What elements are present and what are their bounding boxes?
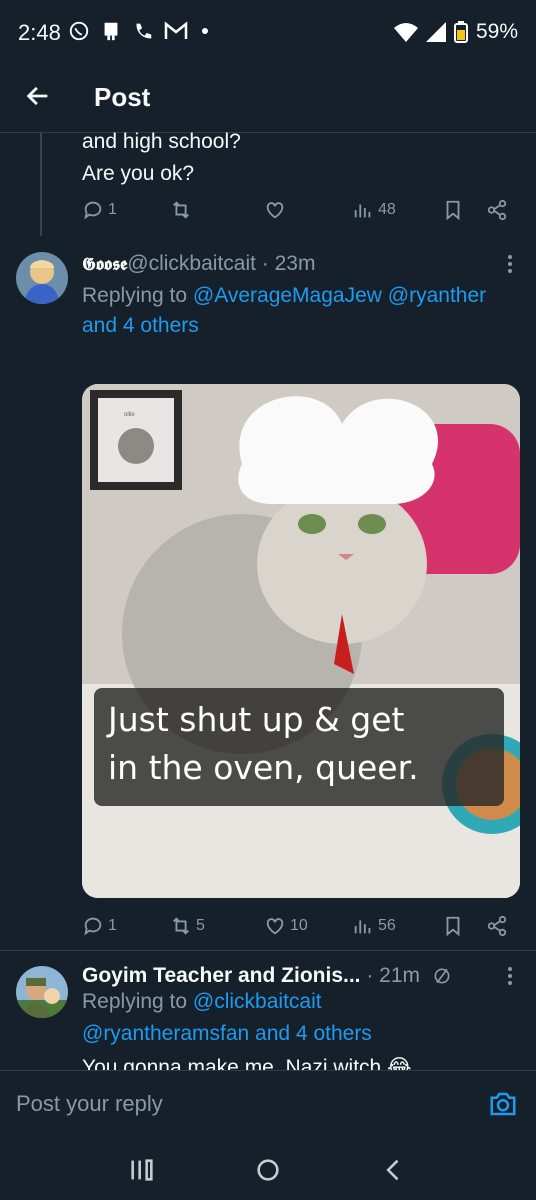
like-button[interactable] [264, 199, 286, 221]
back-icon[interactable] [380, 1156, 408, 1184]
reply-replying-user1[interactable]: @clickbaitcait [193, 990, 322, 1013]
replying-users-link[interactable]: @AverageMagaJew @ryanther [193, 284, 486, 307]
heart-icon [266, 918, 284, 935]
thread-line [40, 132, 42, 236]
dot-icon [202, 28, 208, 34]
replying-others-link[interactable]: and 4 others [82, 310, 199, 342]
views-count: 48 [378, 201, 396, 218]
status-left-icons [68, 20, 208, 42]
home-icon[interactable] [254, 1156, 282, 1184]
avatar[interactable] [16, 252, 68, 304]
views-icon [354, 204, 371, 218]
display-name[interactable]: 𝕲𝖔𝖔𝖘𝖊 [82, 254, 127, 275]
reply-button[interactable]: 1 [82, 199, 117, 221]
reply-replying-prefix: Replying to [82, 990, 193, 1013]
signal-icon [425, 22, 446, 42]
bookmark-button[interactable] [442, 915, 464, 937]
battery-icon [453, 21, 468, 43]
wifi-icon [393, 23, 418, 42]
gmail-icon [164, 21, 188, 39]
handle[interactable]: @clickbaitcait [127, 252, 256, 275]
repost-button[interactable] [170, 199, 192, 221]
reply-time: · 21m [366, 964, 421, 987]
post-image[interactable]: ollie Just shut up & get in the oven, qu… [82, 384, 520, 898]
status-right: 59% [393, 20, 518, 44]
image-caption-line2: in the oven, queer. [108, 748, 419, 787]
repost-count: 5 [196, 917, 205, 934]
views-button[interactable]: 48 [352, 199, 396, 221]
reply-count: 1 [108, 917, 117, 934]
reply-display-name[interactable]: Goyim Teacher and Zionis... [82, 964, 361, 987]
camera-icon[interactable] [488, 1089, 518, 1119]
replying-prefix: Replying to [82, 284, 193, 307]
repost-icon [173, 201, 189, 219]
back-arrow-icon[interactable] [24, 82, 52, 110]
like-count: 10 [290, 917, 308, 934]
share-button[interactable] [486, 915, 508, 937]
status-bar: 2:48 59% [0, 0, 536, 66]
status-time: 2:48 [18, 20, 61, 45]
page-title: Post [94, 82, 151, 112]
prev-post-actions: 1 48 [82, 198, 512, 222]
bookmark-icon [446, 916, 460, 937]
prev-post-line1: and high school? [82, 130, 241, 153]
bookmark-icon [446, 200, 460, 221]
reply-avatar[interactable] [16, 966, 68, 1018]
image-caption-line1: Just shut up & get [108, 700, 405, 739]
muted-icon [434, 968, 450, 984]
reply-header: Goyim Teacher and Zionis... · 21m [82, 964, 452, 988]
image-caption: Just shut up & get in the oven, queer. [94, 688, 504, 806]
post-header: 𝕲𝖔𝖔𝖘𝖊@clickbaitcait · 23m [82, 252, 315, 276]
heart-icon [266, 202, 284, 219]
recents-icon[interactable] [128, 1156, 156, 1184]
reply-icon [84, 917, 102, 936]
views-count: 56 [378, 917, 396, 934]
repost-icon [173, 917, 189, 935]
share-icon [487, 199, 507, 221]
views-icon [354, 920, 371, 934]
post-actions: 1 5 10 56 [82, 914, 512, 938]
app-bar: Post [0, 66, 536, 133]
reply-replying-user2[interactable]: @ryantheramsfan and 4 others [82, 1018, 372, 1050]
reply-button[interactable]: 1 [82, 915, 117, 937]
post-time: · 23m [261, 252, 316, 275]
more-options-icon[interactable] [508, 252, 514, 276]
phone-icon [136, 23, 152, 39]
battery-percent: 59% [475, 20, 518, 43]
prev-post-text: and high school? Are you ok? [82, 128, 241, 188]
share-button[interactable] [486, 199, 508, 221]
whatsapp-icon [69, 21, 89, 41]
replying-to: Replying to @AverageMagaJew @ryanther [82, 280, 522, 312]
like-button[interactable]: 10 [264, 915, 308, 937]
views-button[interactable]: 56 [352, 915, 396, 937]
cat-photo: ollie [82, 384, 520, 898]
reply-input[interactable]: Post your reply [16, 1091, 163, 1117]
notification-icon [104, 22, 118, 41]
frame-label: ollie [124, 412, 135, 418]
reply-composer: Post your reply [0, 1070, 536, 1141]
reply-replying-to: Replying to @clickbaitcait [82, 986, 322, 1018]
prev-post-line2: Are you ok? [82, 162, 195, 185]
system-nav-bar [0, 1140, 536, 1200]
share-icon [487, 915, 507, 937]
reply-count: 1 [108, 201, 117, 218]
repost-button[interactable]: 5 [170, 915, 205, 937]
reply-more-options-icon[interactable] [508, 964, 514, 988]
divider [0, 950, 536, 951]
bookmark-button[interactable] [442, 199, 464, 221]
reply-icon [84, 201, 102, 220]
